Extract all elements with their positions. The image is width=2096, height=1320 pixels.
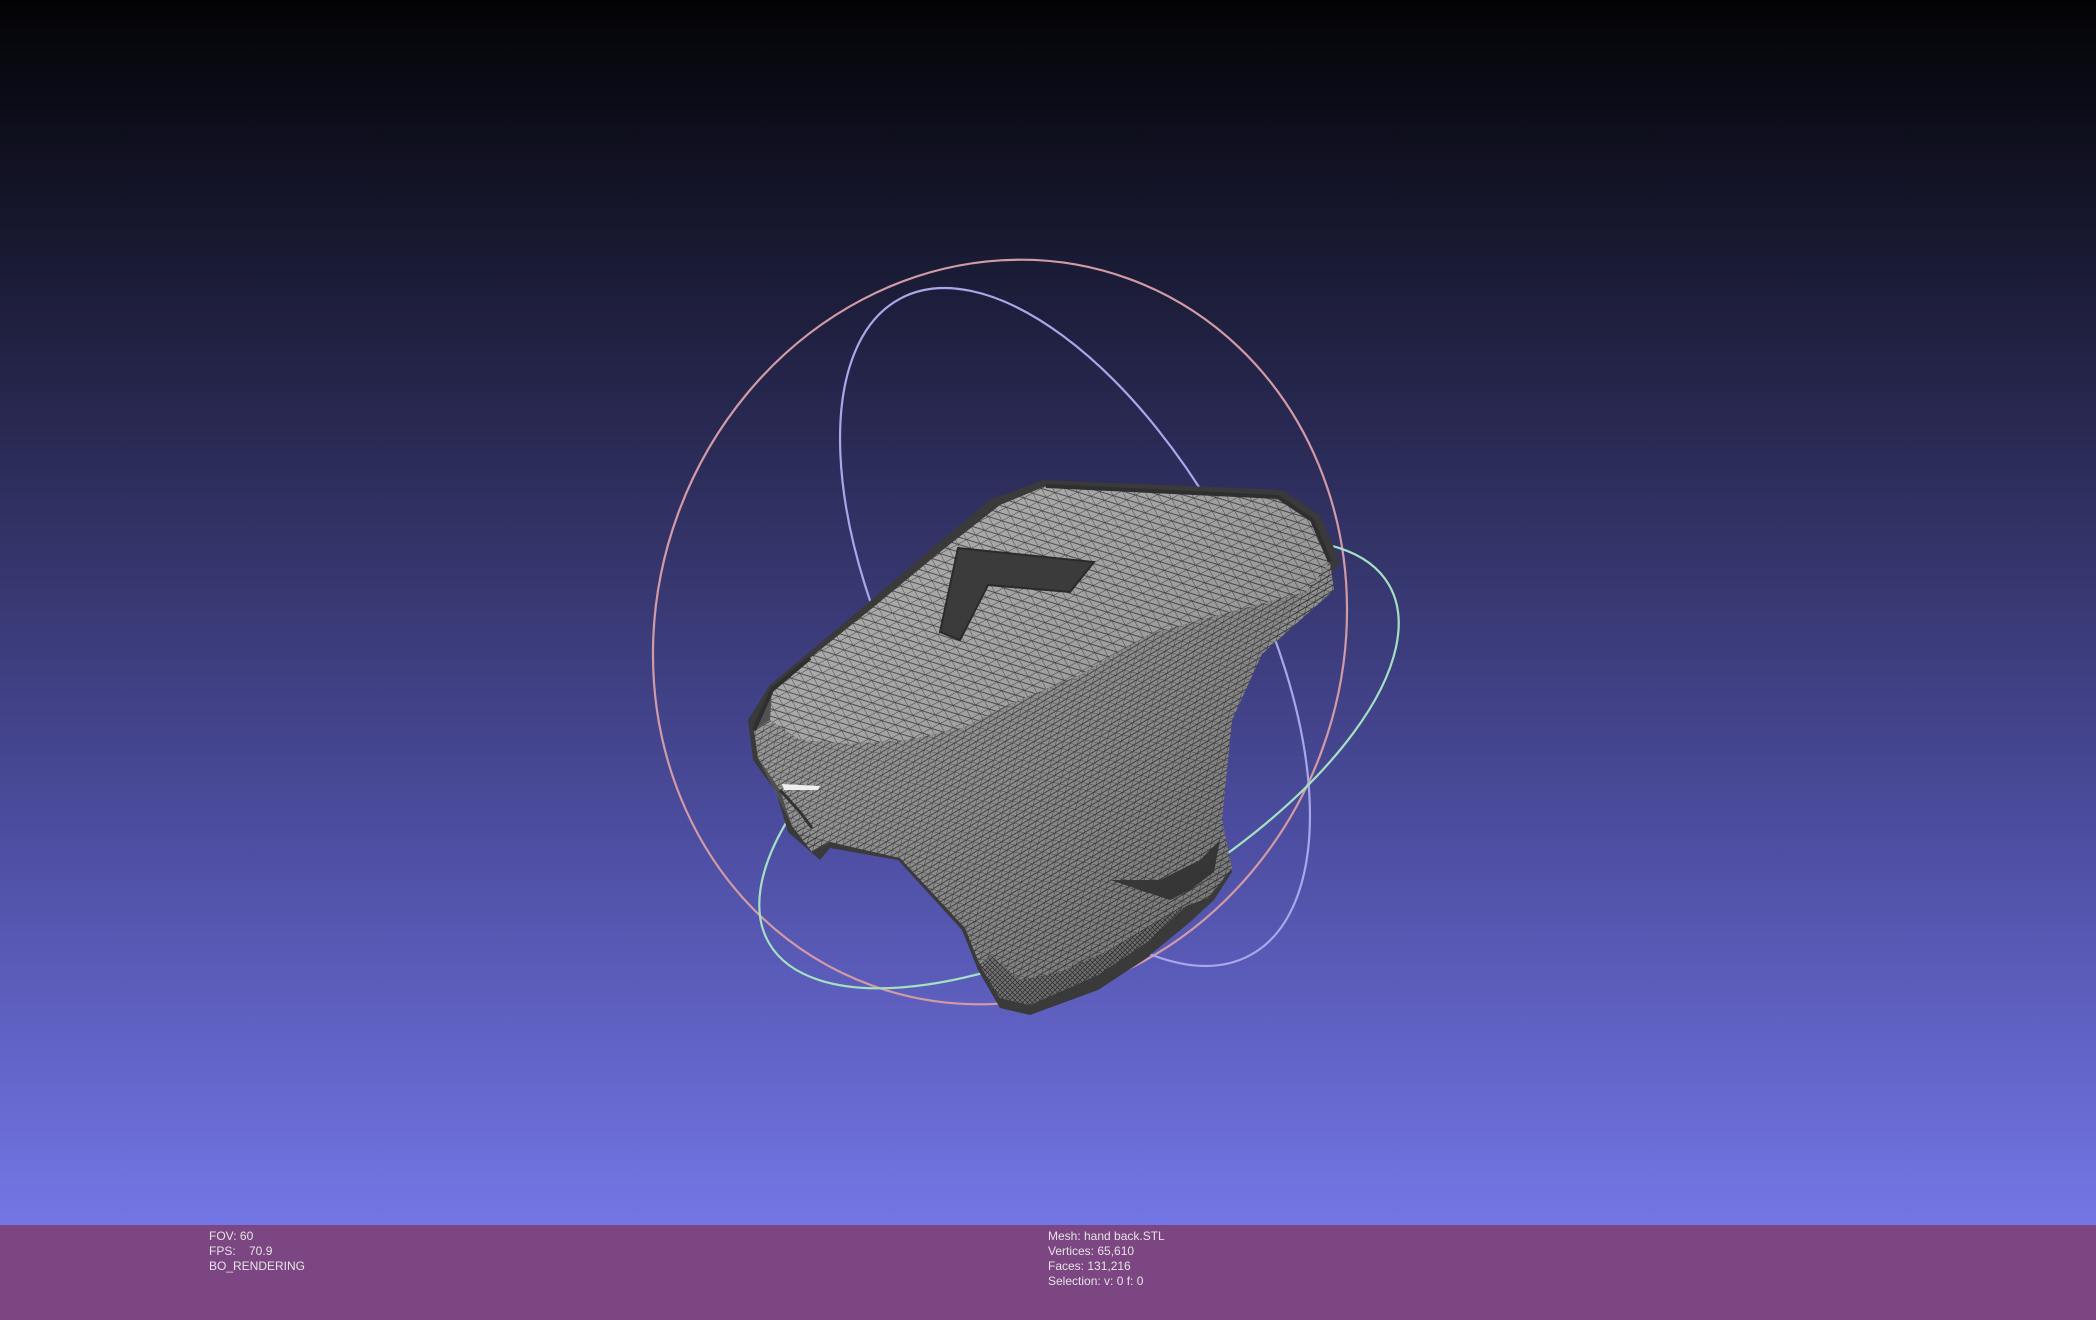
fps-readout: FPS: 70.9 — [209, 1244, 273, 1258]
faces-count: Faces: 131,216 — [1048, 1259, 1131, 1273]
selection-info: Selection: v: 0 f: 0 — [1048, 1274, 1144, 1288]
wireframe-mesh-icon[interactable] — [748, 480, 1340, 1015]
mesh-name: Mesh: hand back.STL — [1048, 1229, 1165, 1243]
scene-canvas[interactable] — [0, 0, 2096, 1225]
vertices-count: Vertices: 65,610 — [1048, 1244, 1135, 1258]
3d-viewport[interactable] — [0, 0, 2096, 1225]
render-mode-readout: BO_RENDERING — [209, 1259, 306, 1273]
fov-readout: FOV: 60 — [209, 1229, 254, 1243]
info-bar: FOV: 60 FPS: 70.9 BO_RENDERING Mesh: han… — [0, 1225, 2096, 1320]
